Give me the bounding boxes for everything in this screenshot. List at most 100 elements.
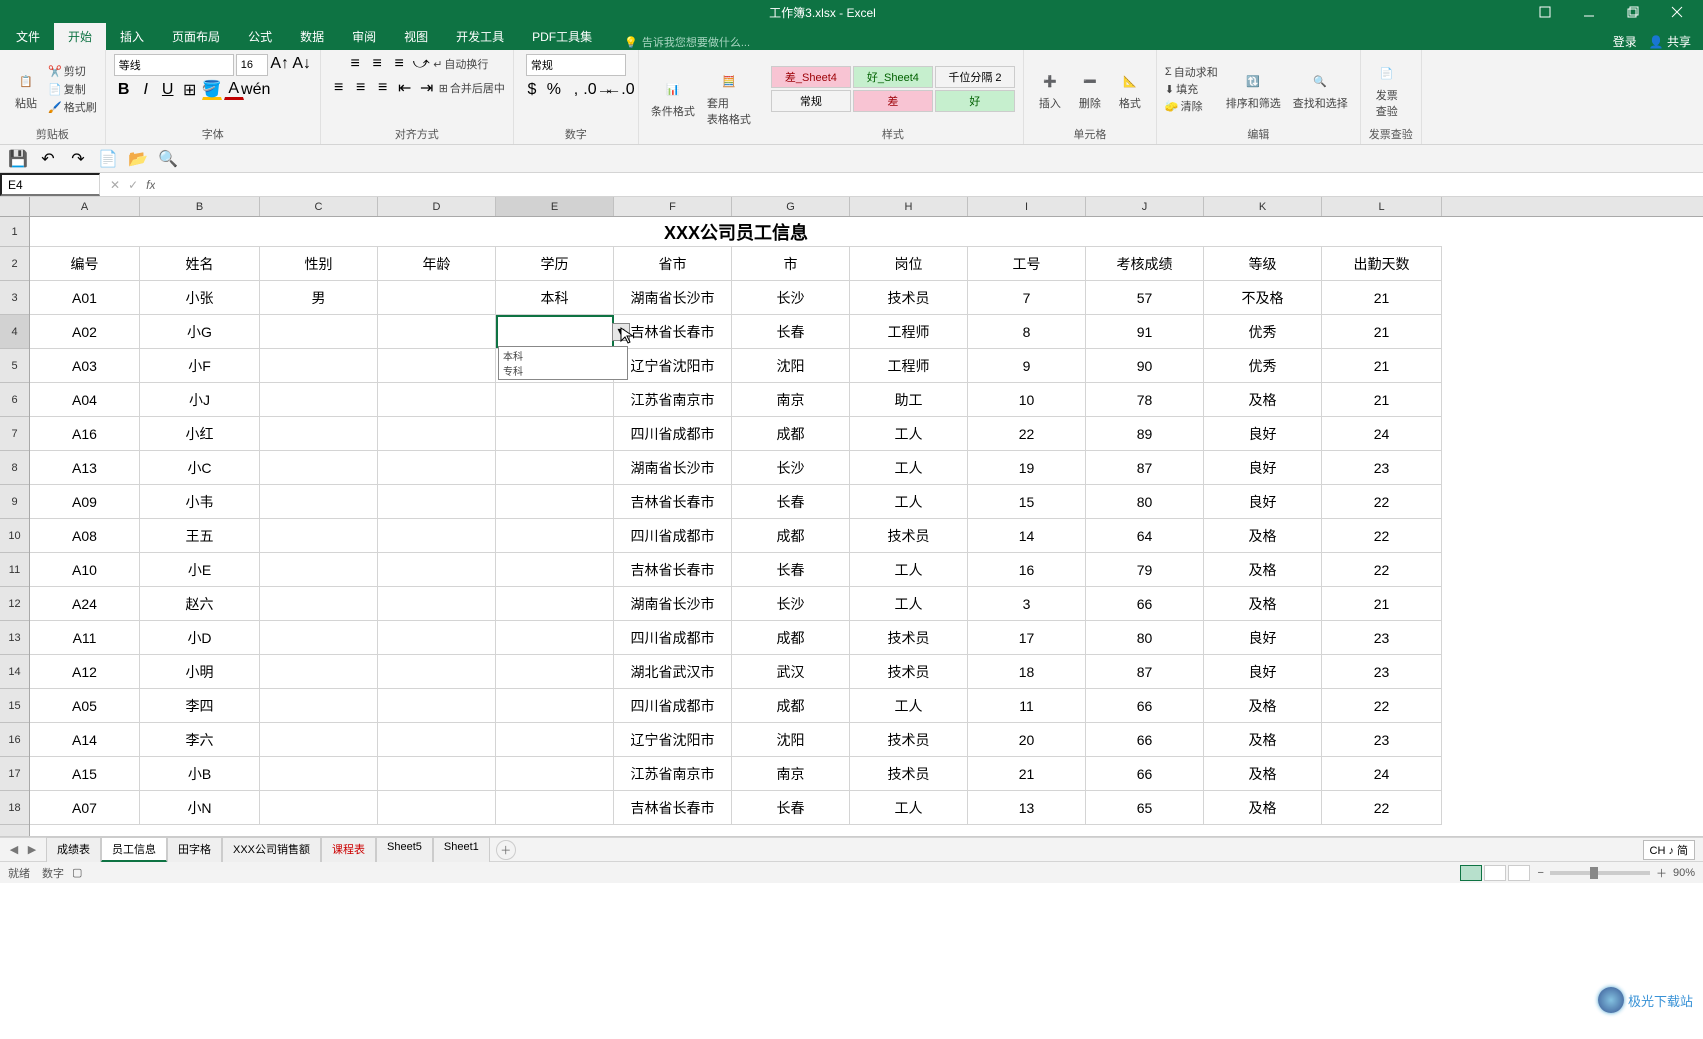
cell-I9[interactable]: 15: [968, 485, 1086, 518]
dec-decimal-icon[interactable]: ←.0: [610, 80, 630, 100]
cell-L12[interactable]: 21: [1322, 587, 1442, 620]
cell-F13[interactable]: 四川省成都市: [614, 621, 732, 654]
cell-L16[interactable]: 23: [1322, 723, 1442, 756]
cell-A11[interactable]: A10: [30, 553, 140, 586]
cell-G18[interactable]: 长春: [732, 791, 850, 824]
cell-B17[interactable]: 小B: [140, 757, 260, 790]
insert-cells-button[interactable]: ➕插入: [1032, 65, 1068, 113]
tell-me-box[interactable]: 💡告诉我您想要做什么...: [606, 34, 750, 50]
cell-G7[interactable]: 成都: [732, 417, 850, 450]
cell-A16[interactable]: A14: [30, 723, 140, 756]
cell-D10[interactable]: [378, 519, 496, 552]
cell-I18[interactable]: 13: [968, 791, 1086, 824]
ribbon-tab-页面布局[interactable]: 页面布局: [158, 23, 234, 50]
style-bad2[interactable]: 差: [853, 90, 933, 112]
cell-B8[interactable]: 小C: [140, 451, 260, 484]
cell-H13[interactable]: 技术员: [850, 621, 968, 654]
number-format-combo[interactable]: 常规: [526, 54, 626, 76]
col-header-L[interactable]: L: [1322, 197, 1442, 216]
select-all-corner[interactable]: [0, 197, 30, 216]
align-bottom-icon[interactable]: ≡: [389, 54, 409, 74]
cell-B12[interactable]: 赵六: [140, 587, 260, 620]
cell-L14[interactable]: 23: [1322, 655, 1442, 688]
restore-button[interactable]: [1613, 2, 1653, 22]
phonetic-button[interactable]: wén: [246, 80, 266, 100]
cell-D14[interactable]: [378, 655, 496, 688]
cell-C10[interactable]: [260, 519, 378, 552]
ribbon-tab-插入[interactable]: 插入: [106, 23, 158, 50]
cell-C8[interactable]: [260, 451, 378, 484]
orientation-icon[interactable]: ⤻: [411, 54, 431, 74]
cell-A13[interactable]: A11: [30, 621, 140, 654]
cell-H5[interactable]: 工程师: [850, 349, 968, 382]
cell-C4[interactable]: [260, 315, 378, 348]
zoom-out-icon[interactable]: −: [1538, 867, 1544, 879]
cell-I11[interactable]: 16: [968, 553, 1086, 586]
cell-G10[interactable]: 成都: [732, 519, 850, 552]
cell-G9[interactable]: 长春: [732, 485, 850, 518]
cell-E16[interactable]: [496, 723, 614, 756]
cell-L4[interactable]: 21: [1322, 315, 1442, 348]
cell-K5[interactable]: 优秀: [1204, 349, 1322, 382]
cell-G5[interactable]: 沈阳: [732, 349, 850, 382]
col-header-D[interactable]: D: [378, 197, 496, 216]
cell-H7[interactable]: 工人: [850, 417, 968, 450]
cell-B10[interactable]: 王五: [140, 519, 260, 552]
open-icon[interactable]: 📂: [128, 149, 148, 169]
cell-B13[interactable]: 小D: [140, 621, 260, 654]
cell-J6[interactable]: 78: [1086, 383, 1204, 416]
cell-F10[interactable]: 四川省成都市: [614, 519, 732, 552]
dropdown-option[interactable]: 专科: [499, 363, 627, 378]
col-header-I[interactable]: I: [968, 197, 1086, 216]
cell-E17[interactable]: [496, 757, 614, 790]
cell-A8[interactable]: A13: [30, 451, 140, 484]
sheet-tab-员工信息[interactable]: 员工信息: [101, 837, 167, 862]
sheet-tab-成绩表[interactable]: 成绩表: [46, 837, 101, 862]
cell-H18[interactable]: 工人: [850, 791, 968, 824]
row-header-3[interactable]: 3: [0, 281, 29, 315]
view-normal-icon[interactable]: [1460, 865, 1482, 881]
cell-F5[interactable]: 辽宁省沈阳市: [614, 349, 732, 382]
cell-J5[interactable]: 90: [1086, 349, 1204, 382]
header-cell[interactable]: 姓名: [140, 247, 260, 280]
row-header-15[interactable]: 15: [0, 689, 29, 723]
border-button[interactable]: ⊞: [180, 80, 200, 100]
cell-A18[interactable]: A07: [30, 791, 140, 824]
cell-I17[interactable]: 21: [968, 757, 1086, 790]
col-header-E[interactable]: E: [496, 197, 614, 216]
cell-E15[interactable]: [496, 689, 614, 722]
cell-C7[interactable]: [260, 417, 378, 450]
row-header-11[interactable]: 11: [0, 553, 29, 587]
sheet-tab-田字格[interactable]: 田字格: [167, 837, 222, 862]
bold-button[interactable]: B: [114, 80, 134, 100]
indent-dec-icon[interactable]: ⇤: [395, 78, 415, 98]
cell-E3[interactable]: 本科: [496, 281, 614, 314]
cell-E10[interactable]: [496, 519, 614, 552]
cell-D4[interactable]: [378, 315, 496, 348]
cell-L7[interactable]: 24: [1322, 417, 1442, 450]
align-center-icon[interactable]: ≡: [351, 78, 371, 98]
cell-K15[interactable]: 及格: [1204, 689, 1322, 722]
row-header-8[interactable]: 8: [0, 451, 29, 485]
cell-D3[interactable]: [378, 281, 496, 314]
print-preview-icon[interactable]: 🔍: [158, 149, 178, 169]
cell-E9[interactable]: [496, 485, 614, 518]
cell-C3[interactable]: 男: [260, 281, 378, 314]
cell-B7[interactable]: 小红: [140, 417, 260, 450]
cell-C15[interactable]: [260, 689, 378, 722]
cell-L17[interactable]: 24: [1322, 757, 1442, 790]
conditional-formatting-button[interactable]: 📊条件格式: [647, 73, 699, 121]
cell-I6[interactable]: 10: [968, 383, 1086, 416]
cell-D18[interactable]: [378, 791, 496, 824]
format-as-table-button[interactable]: 🧮套用 表格格式: [703, 65, 755, 129]
validation-dropdown-icon[interactable]: ▾: [612, 323, 630, 341]
enter-icon[interactable]: ✓: [128, 178, 138, 192]
cell-D12[interactable]: [378, 587, 496, 620]
cell-D16[interactable]: [378, 723, 496, 756]
cell-J18[interactable]: 65: [1086, 791, 1204, 824]
cell-I12[interactable]: 3: [968, 587, 1086, 620]
save-icon[interactable]: 💾: [8, 149, 28, 169]
fx-icon[interactable]: fx: [146, 178, 155, 192]
cell-E11[interactable]: [496, 553, 614, 586]
ribbon-tab-公式[interactable]: 公式: [234, 23, 286, 50]
